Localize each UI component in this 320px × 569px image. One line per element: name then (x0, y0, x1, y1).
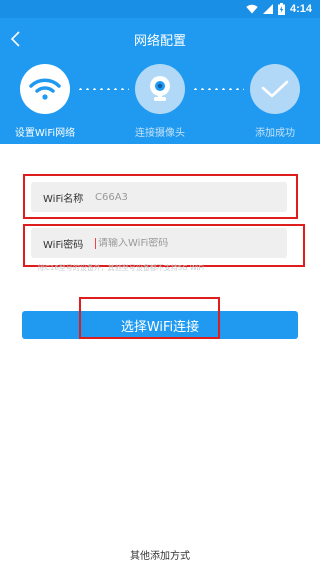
page-title: 网络配置 (133, 34, 186, 49)
step-wifi-circle (20, 64, 70, 114)
wifi-name-label: WiFi名称 (43, 193, 84, 205)
checkmark-icon (261, 80, 289, 98)
other-add-method-link[interactable]: 其他添加方式 (0, 547, 320, 562)
step-label-wifi: 设置WiFi网络 (14, 128, 76, 139)
camera-icon (150, 76, 170, 101)
cell-signal-icon (262, 4, 273, 14)
select-wifi-button-label: 选择WiFi连接 (120, 319, 200, 335)
step-camera-circle (135, 64, 185, 114)
wifi-hint-text: 除C16型号的设备外，其他型号设备都不支持5G WiFi (38, 264, 205, 272)
battery-icon (277, 3, 285, 15)
step-label-success: 添加成功 (255, 128, 295, 139)
progress-dots-1 (77, 88, 129, 90)
step-label-camera: 连接摄像头 (135, 128, 185, 139)
wifi-name-value: C66A3 (95, 191, 128, 203)
step-success-circle (250, 64, 300, 114)
wifi-icon (29, 78, 61, 100)
select-wifi-button[interactable]: 选择WiFi连接 (22, 311, 298, 339)
status-icons: 4:14 (246, 2, 312, 16)
wifi-password-input[interactable] (95, 237, 278, 249)
wifi-password-field[interactable]: WiFi密码 (31, 228, 287, 258)
wifi-password-label: WiFi密码 (43, 239, 84, 251)
progress-dots-2 (192, 88, 244, 90)
wifi-signal-icon (246, 4, 258, 14)
header: 网络配置 设置WiFi网络 连接摄像头 添加成功 (0, 18, 320, 144)
wifi-name-field[interactable]: WiFi名称 C66A3 (31, 182, 287, 212)
status-bar: 4:14 (0, 0, 320, 18)
status-time: 4:14 (289, 3, 312, 15)
